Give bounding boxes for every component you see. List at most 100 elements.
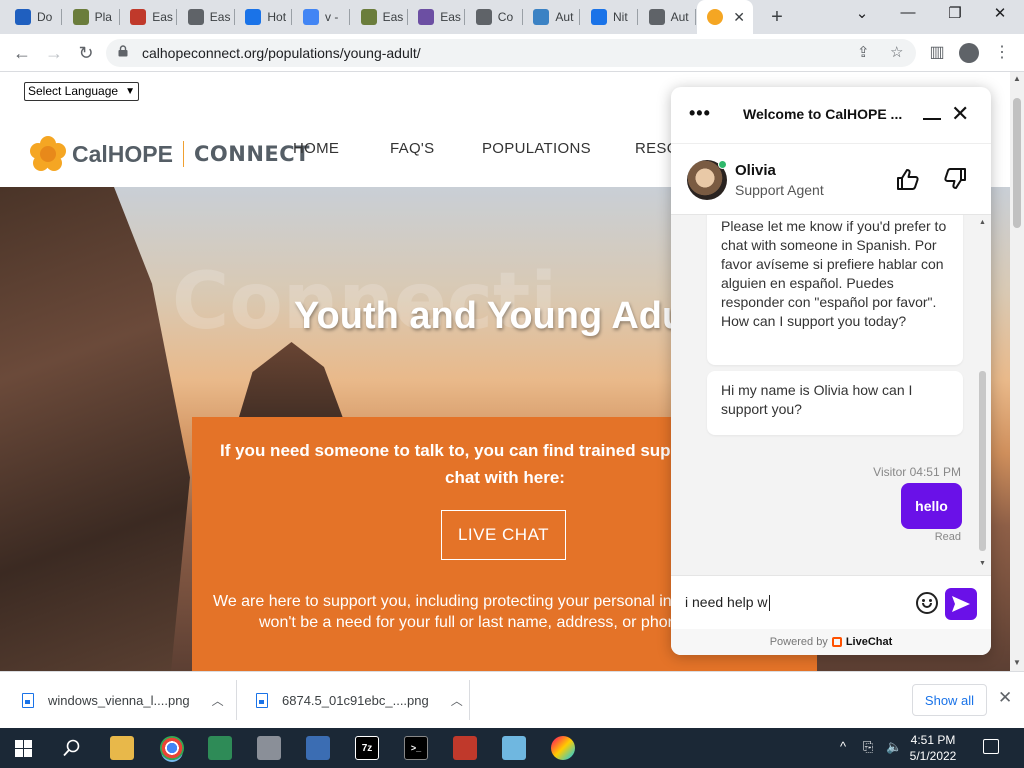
notification-center-icon[interactable]: [983, 739, 999, 754]
logo-divider: [182, 141, 184, 167]
chevron-up-icon[interactable]: ︿: [451, 692, 463, 709]
live-chat-button[interactable]: LIVE CHAT: [441, 510, 566, 560]
browser-tab[interactable]: Aut: [639, 0, 696, 34]
callout-text-line4: won't be a need for your full or last na…: [259, 614, 677, 631]
search-icon[interactable]: [63, 739, 81, 757]
close-tab-icon[interactable]: ✕: [733, 9, 745, 26]
thumbs-up-icon[interactable]: [896, 168, 920, 190]
new-tab-button[interactable]: +: [766, 6, 788, 29]
minimize-chat-icon[interactable]: [923, 118, 941, 120]
computer-app-icon[interactable]: [306, 736, 330, 760]
close-downloads-icon[interactable]: ✕: [998, 688, 1012, 708]
chat-scrollbar[interactable]: ▲ ▼: [976, 215, 988, 575]
browser-tab[interactable]: Hot: [235, 0, 293, 34]
tab-separator: [694, 9, 696, 25]
globe-icon: [648, 9, 665, 25]
document-app-icon[interactable]: [257, 736, 281, 760]
side-panel-icon[interactable]: ▥: [926, 42, 948, 62]
browser-tab-strip: Do Pla Eas Eas Hot v - Eas Eas Co Aut Nit Aut ✕ + ⌄…: [0, 0, 1024, 34]
emoji-icon[interactable]: [916, 592, 938, 614]
minimize-window-button[interactable]: —: [888, 4, 928, 21]
browser-tab[interactable]: Eas: [351, 0, 408, 34]
download-item[interactable]: 6874.5_01c91ebc_....png ︿: [256, 672, 463, 729]
browser-tab-label: Pla: [94, 10, 112, 24]
globe-icon: [475, 9, 492, 25]
agent-name: Olivia: [735, 162, 776, 179]
calhope-flower-icon: [707, 9, 723, 25]
lock-icon: [118, 45, 128, 57]
chat-scroll-down-icon[interactable]: ▼: [979, 560, 986, 567]
browser-tab[interactable]: Co: [466, 0, 523, 34]
page-scrollbar[interactable]: ▲ ▼: [1010, 72, 1024, 671]
reload-button[interactable]: ↻: [75, 42, 97, 64]
message-input[interactable]: i need help w: [685, 594, 770, 612]
browser-tab[interactable]: Pla: [63, 0, 120, 34]
browser-tab[interactable]: v -: [293, 0, 350, 34]
nav-faqs[interactable]: FAQ'S: [390, 140, 434, 157]
browser-tab-label: Do: [37, 10, 53, 24]
browser-tab-label: Nit: [613, 10, 628, 24]
menu-kebab-icon[interactable]: ⋮: [991, 42, 1013, 62]
browser-tab[interactable]: Eas: [120, 0, 178, 34]
show-all-downloads-button[interactable]: Show all: [912, 684, 987, 716]
powered-by-footer[interactable]: Powered by LiveChat: [671, 629, 991, 655]
google-icon: [303, 9, 319, 25]
chat-scroll-up-icon[interactable]: ▲: [979, 219, 986, 226]
browser-tab[interactable]: Eas: [408, 0, 466, 34]
share-icon[interactable]: ⇪: [857, 43, 870, 61]
more-options-icon[interactable]: •••: [689, 103, 711, 124]
house-icon: [245, 9, 262, 25]
language-select[interactable]: Select Language ▼: [24, 82, 139, 101]
send-button[interactable]: [945, 588, 977, 620]
terminal-icon[interactable]: >_: [404, 736, 428, 760]
active-tab[interactable]: ✕: [697, 0, 753, 34]
network-icon[interactable]: ⎘: [863, 739, 873, 755]
bookmark-star-icon[interactable]: ☆: [890, 43, 903, 61]
download-filename: 6874.5_01c91ebc_....png: [282, 693, 429, 708]
message-composer: i need help w: [671, 575, 991, 629]
chat-scrollbar-thumb[interactable]: [979, 371, 986, 551]
car-icon: [418, 9, 435, 25]
callout-text-line2: chat with here:: [445, 468, 565, 487]
calhope-logo[interactable]: CalHOPE CONNECT: [30, 136, 310, 172]
browser-tab[interactable]: Eas: [178, 0, 235, 34]
tray-chevron-icon[interactable]: ^: [840, 739, 846, 754]
windows-start-icon[interactable]: [15, 740, 32, 757]
livechat-brand: LiveChat: [845, 636, 893, 648]
address-bar[interactable]: calhopeconnect.org/populations/young-adu…: [106, 39, 916, 67]
tab-search-chevron-icon[interactable]: ⌄: [842, 4, 882, 22]
thumbs-down-icon[interactable]: [943, 168, 967, 190]
chrome-icon[interactable]: [160, 736, 184, 760]
page-scrollbar-thumb[interactable]: [1013, 98, 1021, 228]
notes-app-icon[interactable]: [502, 736, 526, 760]
scroll-up-arrow-icon[interactable]: ▲: [1013, 74, 1021, 83]
download-item[interactable]: windows_vienna_l....png ︿: [22, 672, 224, 729]
file-explorer-icon[interactable]: [110, 736, 134, 760]
back-button[interactable]: ←: [11, 42, 33, 64]
color-app-icon[interactable]: [551, 736, 575, 760]
restore-window-button[interactable]: ❐: [935, 4, 975, 22]
browser-tab[interactable]: Aut: [523, 0, 581, 34]
browser-tab-label: Eas: [209, 10, 231, 24]
profile-avatar-icon[interactable]: [959, 43, 979, 63]
finance-app-icon[interactable]: [208, 736, 232, 760]
chevron-down-icon: ▼: [125, 86, 135, 97]
chevron-up-icon[interactable]: ︿: [212, 692, 224, 709]
browser-tab[interactable]: Do: [5, 0, 62, 34]
forward-button[interactable]: →: [43, 42, 65, 64]
browser-tab-label: Eas: [440, 10, 461, 24]
downloads-bar: windows_vienna_l....png ︿ 6874.5_01c91eb…: [0, 671, 1024, 728]
flower-logo-icon: [30, 136, 66, 172]
close-window-button[interactable]: ✕: [980, 4, 1020, 22]
agent-role: Support Agent: [735, 182, 824, 198]
close-chat-icon[interactable]: ✕: [951, 101, 969, 127]
system-clock[interactable]: 4:51 PM 5/1/2022: [908, 732, 958, 764]
browser-tab-label: v -: [325, 10, 339, 24]
scroll-down-arrow-icon[interactable]: ▼: [1013, 658, 1021, 667]
nav-home[interactable]: HOME: [293, 140, 339, 157]
nav-populations[interactable]: POPULATIONS: [482, 140, 591, 157]
browser-tab[interactable]: Nit: [581, 0, 638, 34]
volume-icon[interactable]: 🔈: [886, 739, 902, 755]
inkscape-icon[interactable]: [453, 736, 477, 760]
7zip-icon[interactable]: 7z: [355, 736, 379, 760]
